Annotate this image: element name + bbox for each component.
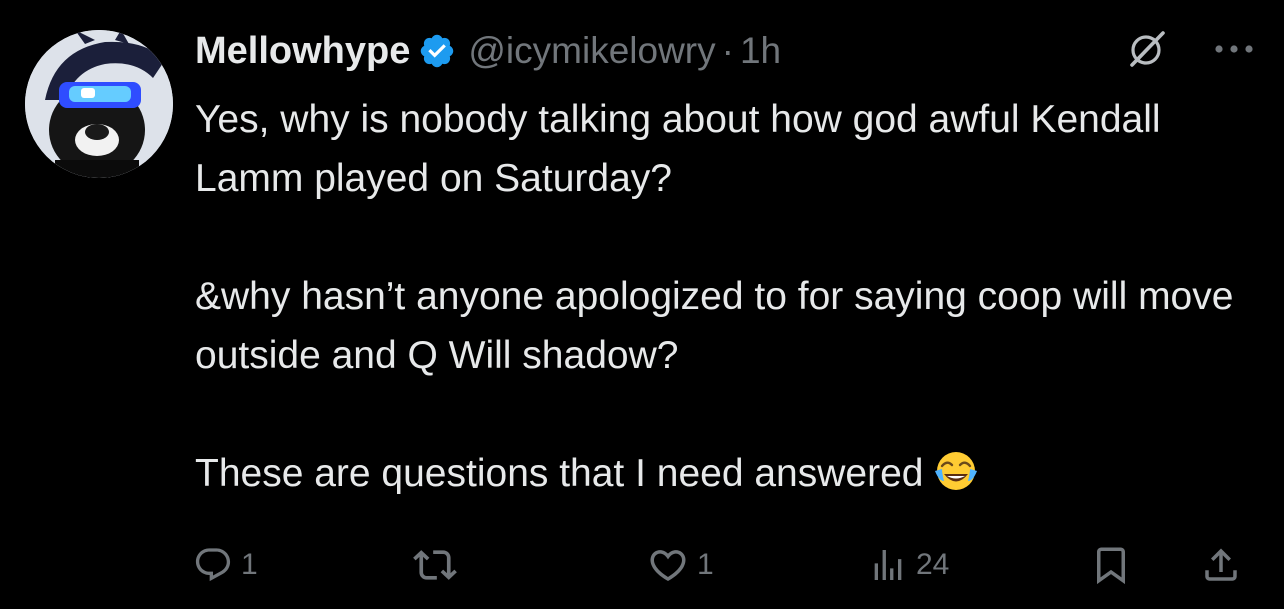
tweet-header: Mellowhype @icymikelowry · 1h [195,26,781,76]
top-actions [1126,28,1254,70]
face-with-tears-of-joy-emoji [935,452,978,490]
header-separator: · [721,30,734,71]
tweet-text: Yes, why is nobody talking about how god… [195,90,1255,503]
reply-count: 1 [241,548,258,581]
tweet-paragraph: &why hasn’t anyone apologized to for say… [195,275,1234,377]
more-options-button[interactable] [1214,43,1254,55]
tweet-paragraph: These are questions that I need answered [195,444,1255,503]
post-time[interactable]: 1h [740,30,781,72]
tweet-actions: 1 1 24 [0,540,1284,590]
reply-button[interactable]: 1 [193,540,258,590]
reply-icon [195,548,231,582]
repost-button[interactable] [413,540,465,590]
tweet-paragraph: Yes, why is nobody talking about how god… [195,98,1161,200]
bookmark-icon [1097,547,1125,585]
tweet-paragraph-text: These are questions that I need answered [195,452,924,495]
views-icon [874,550,902,580]
tweet[interactable]: Mellowhype @icymikelowry · 1h Yes, why i… [0,0,1284,609]
bookmark-button[interactable] [1090,540,1132,590]
repost-icon [413,550,457,580]
share-button[interactable] [1200,540,1242,590]
grok-button[interactable] [1126,28,1168,70]
views-button[interactable]: 24 [868,540,949,590]
grok-icon [1130,31,1165,67]
like-icon [650,550,686,582]
avatar-image [25,30,173,178]
more-options-icon [1215,45,1253,53]
share-icon [1205,548,1237,581]
like-count: 1 [697,548,714,581]
author-handle[interactable]: @icymikelowry [468,30,715,72]
display-name[interactable]: Mellowhype [195,30,410,73]
views-count: 24 [916,548,950,581]
avatar[interactable] [25,30,173,178]
verified-badge-icon [421,34,454,68]
like-button[interactable]: 1 [647,540,714,590]
